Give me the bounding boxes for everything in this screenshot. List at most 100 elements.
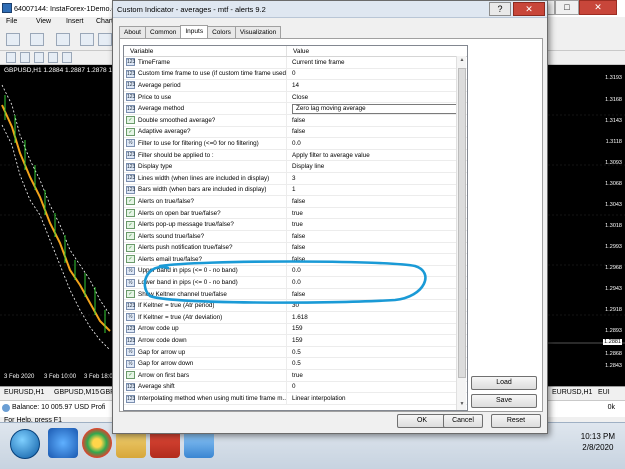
value-cell[interactable]: false: [287, 196, 467, 207]
property-row[interactable]: ✓ Arrow on first bars true: [124, 370, 467, 382]
crosshair-icon[interactable]: [20, 52, 30, 63]
value-cell[interactable]: false: [287, 243, 467, 254]
property-row[interactable]: 123 Filter should be applied to : Apply fi…: [124, 149, 467, 162]
property-row[interactable]: ½ Lower band in pips (<= 0 - no band) 0.0: [124, 277, 467, 289]
property-row[interactable]: ✓ Alerts pop-up message true/false? true: [124, 219, 467, 231]
tab-inputs[interactable]: Inputs: [180, 25, 209, 38]
value-cell[interactable]: false: [287, 115, 467, 126]
window-close-button[interactable]: ✕: [579, 0, 617, 15]
start-button[interactable]: [10, 429, 40, 459]
property-row[interactable]: 123 If Keltner = true (Atr period) 30: [124, 300, 467, 313]
property-row[interactable]: 123 Interpolating method when using multi…: [124, 393, 467, 405]
chart-tab-eurusd-h1-2[interactable]: EURUSD,H1: [552, 389, 592, 396]
chrome-icon[interactable]: [82, 428, 112, 458]
menu-insert[interactable]: Insert: [66, 18, 84, 25]
vertical-line-icon[interactable]: [34, 52, 44, 63]
value-cell[interactable]: 0.5: [287, 358, 467, 369]
trendline-icon[interactable]: [62, 52, 72, 63]
value-cell[interactable]: Display line: [287, 161, 467, 172]
market-watch-icon[interactable]: [56, 33, 70, 46]
scroll-up-icon[interactable]: ▲: [458, 57, 466, 65]
value-cell[interactable]: 30: [287, 300, 467, 311]
property-row[interactable]: 123 Average method Zero lag moving average…: [124, 103, 467, 115]
value-cell[interactable]: 0.0: [287, 266, 467, 277]
column-header-variable[interactable]: Variable: [124, 46, 287, 56]
property-row[interactable]: ✓ Show Keltner channel true/false false: [124, 288, 467, 301]
reset-button[interactable]: Reset: [491, 414, 541, 428]
property-row[interactable]: ½ Gap for arrow up 0.5: [124, 346, 467, 359]
value-cell[interactable]: false: [287, 231, 467, 242]
value-cell[interactable]: 0.0: [287, 138, 467, 149]
value-cell[interactable]: 0: [287, 69, 467, 80]
maximize-button[interactable]: □: [555, 0, 579, 15]
new-chart-icon[interactable]: [6, 33, 20, 46]
property-row[interactable]: 123 Average period 14: [124, 80, 467, 92]
value-cell[interactable]: 0.5: [287, 347, 467, 358]
property-row[interactable]: 123 Lines width (when lines are included …: [124, 172, 467, 185]
value-cell[interactable]: false: [287, 127, 467, 138]
property-row[interactable]: 123 Price to use Close: [124, 91, 467, 104]
chart-tab-eur[interactable]: EUI: [598, 389, 610, 396]
property-row[interactable]: 123 Arrow code down 159: [124, 335, 467, 347]
tab-visualization[interactable]: Visualization: [234, 26, 282, 38]
grid-scrollbar[interactable]: ▲ ▼: [456, 56, 466, 410]
value-cell[interactable]: 1: [287, 185, 467, 196]
scroll-down-icon[interactable]: ▼: [458, 401, 466, 409]
property-row[interactable]: 123 Custom time frame to use (if custom t…: [124, 68, 467, 81]
profiles-icon[interactable]: [30, 33, 44, 46]
property-row[interactable]: 123 Arrow code up 159: [124, 323, 467, 336]
value-cell[interactable]: 159: [287, 335, 467, 346]
property-row[interactable]: ✓ Alerts sound true/false? false: [124, 230, 467, 243]
value-cell[interactable]: true: [287, 208, 467, 219]
value-cell[interactable]: Current time frame: [287, 57, 467, 68]
chart-tab-eurusd-h1[interactable]: EURUSD,H1: [4, 389, 44, 396]
value-cell[interactable]: 159: [287, 324, 467, 335]
navigator-icon[interactable]: [80, 33, 94, 46]
value-cell[interactable]: Close: [287, 92, 467, 103]
property-row[interactable]: ✓ Alerts on true/false? false: [124, 196, 467, 208]
value-cell[interactable]: 0: [287, 382, 467, 393]
terminal-icon[interactable]: [98, 33, 112, 46]
average-method-select[interactable]: Zero lag moving average▼: [292, 103, 465, 114]
property-row[interactable]: 123 Display type Display line: [124, 161, 467, 173]
property-row[interactable]: ½ Gap for arrow down 0.5: [124, 358, 467, 371]
chart-tab-gbpusd-m15[interactable]: GBPUSD,M15: [54, 389, 99, 396]
property-row[interactable]: ✓ Alerts email true/false? false: [124, 254, 467, 266]
column-header-value[interactable]: Value: [287, 46, 309, 56]
value-cell[interactable]: true: [287, 370, 467, 381]
property-row[interactable]: 123 Average shift 0: [124, 381, 467, 394]
property-row[interactable]: ½ Filter to use for filtering (<=0 for no…: [124, 138, 467, 150]
ok-button[interactable]: OK: [397, 414, 447, 428]
value-cell[interactable]: 14: [287, 80, 467, 91]
property-row[interactable]: ✓ Alerts on open bar true/false? true: [124, 207, 467, 220]
property-row[interactable]: 123 TimeFrame Current time frame: [124, 57, 467, 69]
dialog-close-button[interactable]: ✕: [513, 2, 545, 16]
cursor-icon[interactable]: [6, 52, 16, 63]
help-button[interactable]: ?: [489, 2, 511, 16]
property-row[interactable]: ✓ Adaptive average? false: [124, 126, 467, 139]
property-row[interactable]: 123 Bars width (when bars are included in…: [124, 184, 467, 197]
cancel-button[interactable]: Cancel: [443, 414, 483, 428]
save-button[interactable]: Save: [471, 394, 537, 408]
value-cell[interactable]: Apply filter to average value: [287, 150, 467, 161]
value-cell[interactable]: true: [287, 219, 467, 230]
menu-view[interactable]: View: [36, 18, 51, 25]
scroll-thumb[interactable]: [458, 68, 466, 378]
clock[interactable]: 10:13 PM 2/8/2020: [581, 431, 615, 453]
menu-file[interactable]: File: [6, 18, 17, 25]
load-button[interactable]: Load: [471, 376, 537, 390]
tab-about[interactable]: About: [119, 26, 146, 38]
property-row[interactable]: ✓ Alerts push notification true/false? fal…: [124, 242, 467, 255]
value-cell[interactable]: Zero lag moving average▼: [287, 103, 467, 114]
internet-explorer-icon[interactable]: [48, 428, 78, 458]
tab-common[interactable]: Common: [145, 26, 182, 38]
value-cell[interactable]: Linear interpolation: [287, 393, 467, 404]
property-row[interactable]: ½ If Keltner = true (Atr deviation) 1.618: [124, 312, 467, 324]
tab-colors[interactable]: Colors: [207, 26, 236, 38]
value-cell[interactable]: false: [287, 254, 467, 265]
value-cell[interactable]: 0.0: [287, 277, 467, 288]
value-cell[interactable]: 1.618: [287, 312, 467, 323]
property-row[interactable]: ½ Upper band in pips (<= 0 - no band) 0.0: [124, 265, 467, 278]
property-row[interactable]: ✓ Double smoothed average? false: [124, 114, 467, 127]
value-cell[interactable]: false: [287, 289, 467, 300]
